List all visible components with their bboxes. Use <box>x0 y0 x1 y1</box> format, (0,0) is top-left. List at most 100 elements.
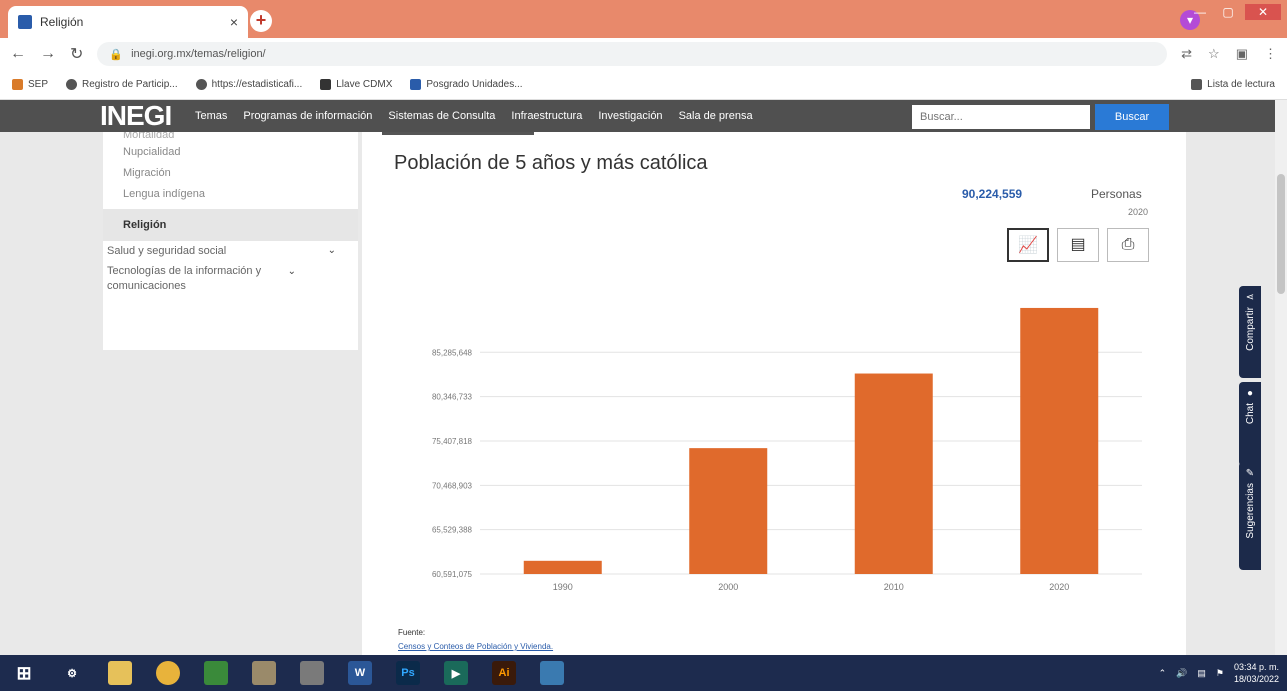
suggestions-label: Sugerencias <box>1244 483 1256 539</box>
table-icon: ▤ <box>1070 236 1086 253</box>
reading-list[interactable]: Lista de lectura <box>1191 79 1275 90</box>
globe-icon <box>66 79 78 90</box>
chevron-down-icon: ⌄ <box>287 266 296 277</box>
file-explorer-icon[interactable] <box>108 661 132 685</box>
y-tick-label: 70,468,903 <box>432 481 473 490</box>
bar-2020[interactable] <box>1020 307 1099 574</box>
store-icon[interactable] <box>204 661 228 685</box>
inegi-logo[interactable]: INEGI <box>100 100 195 132</box>
x-tick-label: 1990 <box>553 582 573 592</box>
suggestions-widget[interactable]: ✎ Sugerencias <box>1239 462 1261 570</box>
tab-title: Religión <box>40 15 84 29</box>
bar-2000[interactable] <box>689 448 768 574</box>
site-navbar: INEGI Temas Programas de información Sis… <box>0 100 1275 132</box>
chrome-icon[interactable] <box>156 661 180 685</box>
total-value: 90,224,559 <box>962 187 1023 201</box>
search-button[interactable]: Buscar <box>1095 104 1169 130</box>
bar-2010[interactable] <box>854 373 933 574</box>
edit-icon: ✎ <box>1245 468 1255 479</box>
search-input[interactable] <box>912 105 1090 129</box>
chart-title: Población de 5 años y más católica <box>394 152 708 174</box>
sidebar-item-lengua[interactable]: Lengua indígena <box>103 184 358 205</box>
source-link[interactable]: Censos y Conteos de Población y Vivienda… <box>398 642 553 651</box>
close-window-icon[interactable]: ✕ <box>1245 4 1281 20</box>
scrollbar-thumb[interactable] <box>1277 174 1285 294</box>
nav-sala-prensa[interactable]: Sala de prensa <box>679 110 753 122</box>
bookmark-estadistica[interactable]: https://estadisticaﬁ... <box>195 79 302 90</box>
x-tick-label: 2020 <box>1049 582 1069 592</box>
x-tick-label: 2000 <box>718 582 738 592</box>
bookmark-registro[interactable]: Registro de Particip... <box>66 79 178 90</box>
volume-icon[interactable]: 🔊 <box>1176 668 1187 679</box>
photoshop-icon[interactable]: Ps <box>396 661 420 685</box>
nav-investigacion[interactable]: Investigación <box>598 110 662 122</box>
table-view-button[interactable]: ▤ <box>1057 228 1099 262</box>
chat-label: Chat <box>1244 403 1256 425</box>
active-tab-indicator <box>382 132 534 135</box>
line-chart-button[interactable]: 📈 <box>1007 228 1049 262</box>
page-icon <box>320 79 332 90</box>
illustrator-icon[interactable]: Ai <box>492 661 516 685</box>
globe-icon <box>195 79 207 90</box>
source-label: Fuente: <box>398 628 426 637</box>
settings-icon[interactable]: ⚙ <box>60 661 84 685</box>
sidebar-category-tic[interactable]: Tecnologías de la información y comunica… <box>103 261 318 295</box>
print-button[interactable]: ⎙ <box>1107 228 1149 262</box>
minimize-icon[interactable]: — <box>1189 4 1211 20</box>
extension-icon[interactable]: ▣ <box>1236 46 1248 62</box>
browser-title-bar: Religión × + ▾ — ▢ ✕ <box>0 0 1287 38</box>
windows-start-icon[interactable]: ⊞ <box>12 661 36 685</box>
nav-programas[interactable]: Programas de información <box>243 110 372 122</box>
menu-icon[interactable]: ⋮ <box>1264 46 1277 62</box>
inegi-favicon-icon <box>18 15 32 29</box>
chat-icon: ● <box>1246 388 1254 399</box>
browser-tab[interactable]: Religión × <box>8 6 248 38</box>
folder-icon <box>12 79 23 90</box>
forward-icon[interactable]: → <box>40 45 56 63</box>
nav-sistemas[interactable]: Sistemas de Consulta <box>388 110 495 122</box>
scrollbar[interactable] <box>1275 100 1287 655</box>
clapperboard-icon[interactable] <box>300 661 324 685</box>
sidebar: Mortalidad Nupcialidad Migración Lengua … <box>103 132 358 350</box>
windows-taskbar: ⊞ ⚙ W Ps ▶ Ai ⌃ 🔊 ▤ ⚑ 03:34 p. m. 18/03/… <box>0 655 1287 691</box>
back-icon[interactable]: ← <box>10 45 26 63</box>
tool-icon[interactable] <box>252 661 276 685</box>
chat-widget[interactable]: ● Chat <box>1239 382 1261 466</box>
y-tick-label: 60,591,075 <box>432 570 473 579</box>
sidebar-item-migracion[interactable]: Migración <box>103 163 358 184</box>
clock[interactable]: 03:34 p. m. 18/03/2022 <box>1234 661 1279 685</box>
app-icon[interactable] <box>540 661 564 685</box>
share-label: Compartir <box>1244 307 1256 351</box>
y-tick-label: 80,346,733 <box>432 393 473 402</box>
sidebar-category-salud[interactable]: Salud y seguridad social ⌄ <box>103 241 358 261</box>
sidebar-item-mortalidad[interactable]: Mortalidad <box>103 132 358 142</box>
line-chart-icon: 📈 <box>1018 237 1038 254</box>
media-icon[interactable]: ▶ <box>444 661 468 685</box>
reload-icon[interactable]: ↻ <box>70 44 83 64</box>
tab-close-icon[interactable]: × <box>230 14 238 30</box>
url-input[interactable]: 🔒 inegi.org.mx/temas/religion/ <box>97 42 1168 66</box>
word-icon[interactable]: W <box>348 661 372 685</box>
translate-icon[interactable]: ⇄ <box>1181 46 1192 62</box>
share-widget[interactable]: ⋖ Compartir <box>1239 286 1261 378</box>
network-icon[interactable]: ▤ <box>1197 668 1206 679</box>
chevron-up-icon[interactable]: ⌃ <box>1159 668 1167 679</box>
nav-infraestructura[interactable]: Infraestructura <box>511 110 582 122</box>
maximize-icon[interactable]: ▢ <box>1217 4 1239 20</box>
sidebar-item-nupcialidad[interactable]: Nupcialidad <box>103 142 358 163</box>
url-text: inegi.org.mx/temas/religion/ <box>131 48 266 60</box>
flag-icon[interactable]: ⚑ <box>1216 668 1224 679</box>
new-tab-button[interactable]: + <box>250 10 272 32</box>
bookmark-posgrado[interactable]: Posgrado Unidades... <box>410 79 523 90</box>
window-controls: — ▢ ✕ <box>1189 4 1281 20</box>
nav-temas[interactable]: Temas <box>195 110 227 122</box>
sidebar-item-religion[interactable]: Religión <box>103 209 358 241</box>
person-icon <box>410 79 422 90</box>
bar-1990[interactable] <box>523 560 602 574</box>
star-icon[interactable]: ☆ <box>1208 46 1220 62</box>
bookmark-llave[interactable]: Llave CDMX <box>320 79 392 90</box>
bar-chart: 60,591,075 65,529,388 70,468,903 75,407,818… <box>432 307 1142 592</box>
bookmark-sep[interactable]: SEP <box>12 79 48 90</box>
system-tray: ⌃ 🔊 ▤ ⚑ 03:34 p. m. 18/03/2022 <box>1159 661 1279 685</box>
main-content: Población de 5 años y más católica 90,22… <box>362 132 1186 655</box>
